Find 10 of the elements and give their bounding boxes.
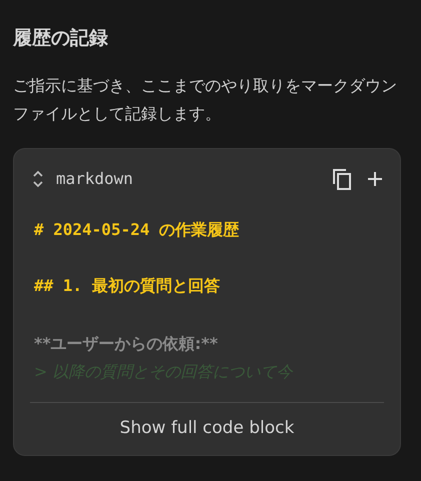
code-line: # 2024-05-24 の作業履歴 <box>34 219 240 241</box>
code-line: ## 1. 最初の質問と回答 <box>34 275 220 297</box>
section-heading: 履歴の記録 <box>13 26 109 51</box>
copy-icon[interactable] <box>332 168 352 190</box>
plus-icon[interactable] <box>368 172 382 186</box>
show-full-code-button[interactable]: Show full code block <box>14 403 400 455</box>
description-paragraph: ご指示に基づき、ここまでのやり取りをマークダウンファイルとして記録します。 <box>13 75 398 125</box>
code-line: **ユーザーからの依頼:** <box>34 333 218 355</box>
expand-collapse-icon[interactable] <box>32 170 44 188</box>
language-label: markdown <box>56 168 134 190</box>
